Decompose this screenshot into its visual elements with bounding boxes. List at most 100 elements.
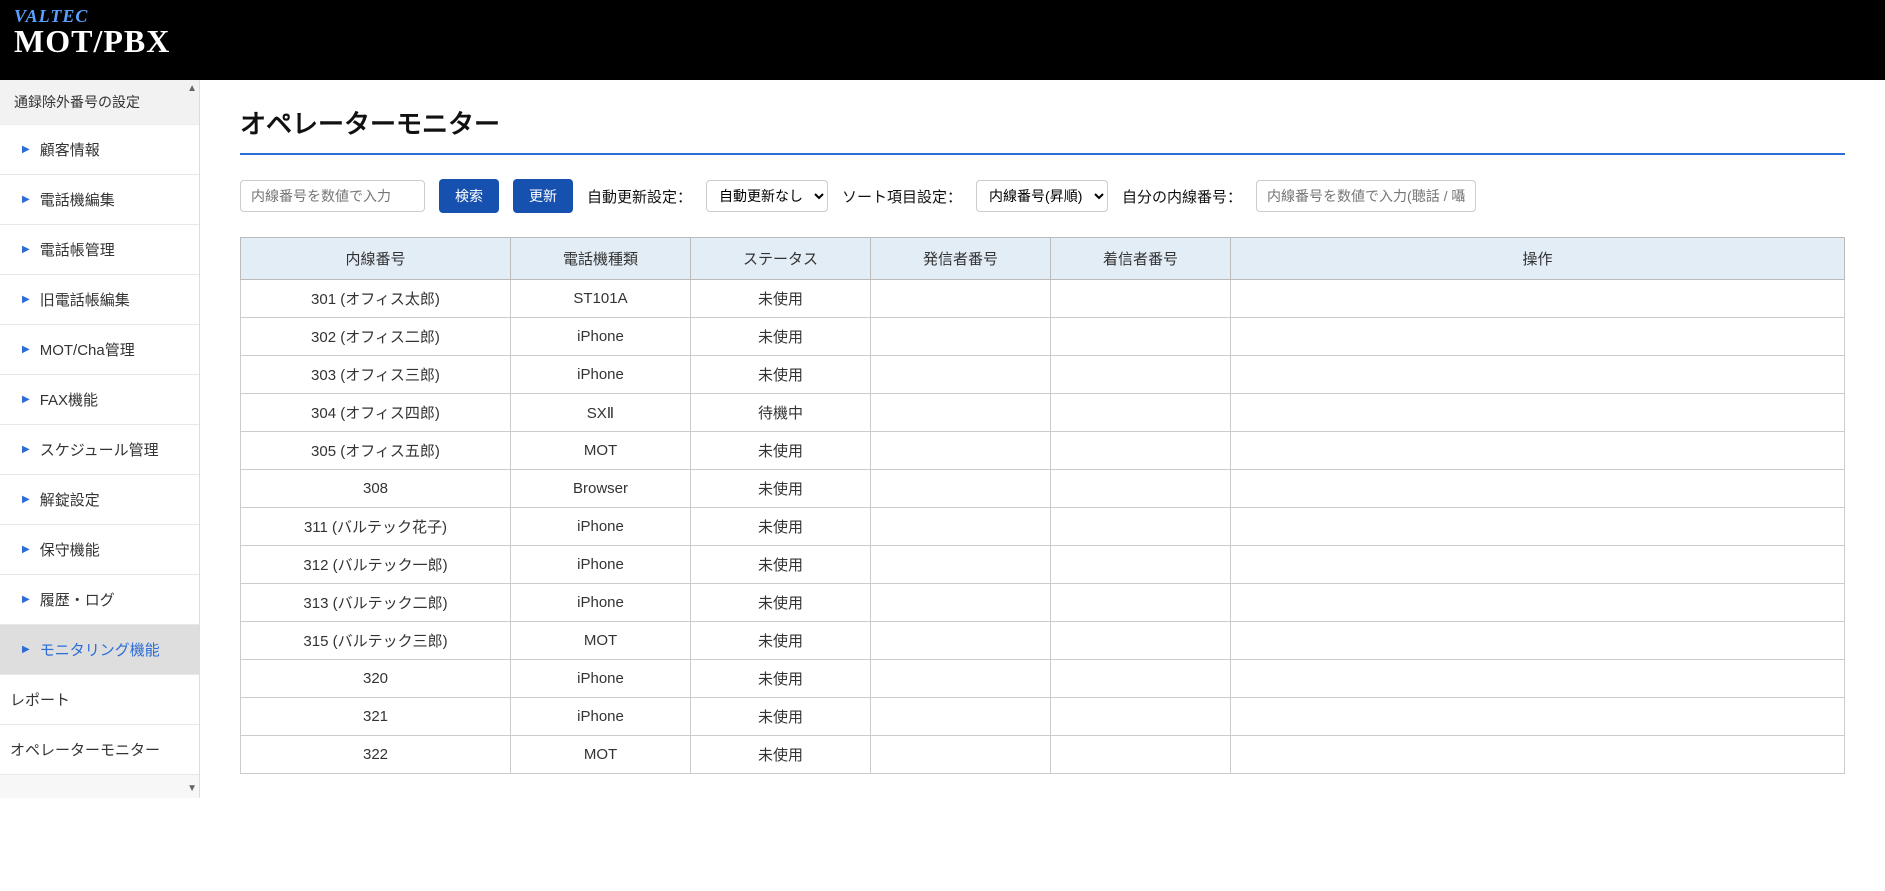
sidebar-item-4[interactable]: ▶MOT/Cha管理: [0, 325, 199, 375]
cell-caller: [871, 318, 1051, 356]
cell-ext: 302 (オフィス二郎): [241, 318, 511, 356]
sidebar-item-label: 顧客情報: [40, 139, 100, 160]
sidebar-item-2[interactable]: ▶電話帳管理: [0, 225, 199, 275]
chevron-right-icon: ▶: [22, 394, 30, 405]
sidebar-item-label: モニタリング機能: [40, 639, 160, 660]
cell-caller: [871, 394, 1051, 432]
cell-action: [1231, 432, 1845, 470]
cell-action: [1231, 546, 1845, 584]
auto-refresh-select[interactable]: 自動更新なし: [706, 180, 828, 212]
main-content: オペレーターモニター 検索 更新 自動更新設定： 自動更新なし ソート項目設定：…: [200, 80, 1885, 798]
sidebar-item-label: 履歴・ログ: [40, 589, 115, 610]
table-row: 301 (オフィス太郎)ST101A未使用: [241, 280, 1845, 318]
cell-type: iPhone: [511, 546, 691, 584]
col-header-caller: 発信者番号: [871, 238, 1051, 280]
cell-type: Browser: [511, 470, 691, 508]
cell-type: iPhone: [511, 584, 691, 622]
chevron-right-icon: ▶: [22, 594, 30, 605]
controls-bar: 検索 更新 自動更新設定： 自動更新なし ソート項目設定： 内線番号(昇順) 自…: [240, 179, 1845, 213]
cell-ext: 303 (オフィス三郎): [241, 356, 511, 394]
sidebar-item-label: FAX機能: [40, 389, 98, 410]
sidebar-sub-item-1[interactable]: オペレーターモニター: [0, 725, 199, 775]
cell-type: MOT: [511, 432, 691, 470]
cell-status: 待機中: [691, 394, 871, 432]
refresh-button[interactable]: 更新: [513, 179, 573, 213]
cell-callee: [1051, 584, 1231, 622]
sidebar-item-6[interactable]: ▶スケジュール管理: [0, 425, 199, 475]
cell-status: 未使用: [691, 470, 871, 508]
cell-ext: 305 (オフィス五郎): [241, 432, 511, 470]
cell-action: [1231, 736, 1845, 774]
sidebar-sub-item-0[interactable]: レポート: [0, 675, 199, 725]
table-row: 321iPhone未使用: [241, 698, 1845, 736]
sidebar-item-3[interactable]: ▶旧電話帳編集: [0, 275, 199, 325]
cell-status: 未使用: [691, 508, 871, 546]
sidebar-top-item[interactable]: 通録除外番号の設定: [0, 80, 199, 125]
cell-action: [1231, 622, 1845, 660]
cell-action: [1231, 318, 1845, 356]
cell-callee: [1051, 318, 1231, 356]
cell-status: 未使用: [691, 736, 871, 774]
sidebar-item-label: MOT/Cha管理: [40, 339, 135, 360]
sidebar-item-1[interactable]: ▶電話機編集: [0, 175, 199, 225]
own-ext-label: 自分の内線番号：: [1122, 186, 1242, 207]
own-ext-input[interactable]: [1256, 180, 1476, 212]
chevron-right-icon: ▶: [22, 144, 30, 155]
sort-select[interactable]: 内線番号(昇順): [976, 180, 1108, 212]
cell-status: 未使用: [691, 432, 871, 470]
sidebar-item-label: 解錠設定: [40, 489, 100, 510]
cell-status: 未使用: [691, 660, 871, 698]
sidebar-scroll-down-icon[interactable]: ▼: [187, 784, 197, 794]
cell-callee: [1051, 508, 1231, 546]
page-title: オペレーターモニター: [240, 104, 1845, 141]
sidebar-item-0[interactable]: ▶ 顧客情報: [0, 125, 199, 175]
table-row: 302 (オフィス二郎)iPhone未使用: [241, 318, 1845, 356]
cell-type: ST101A: [511, 280, 691, 318]
cell-action: [1231, 698, 1845, 736]
cell-action: [1231, 508, 1845, 546]
sidebar-item-8[interactable]: ▶保守機能: [0, 525, 199, 575]
cell-ext: 313 (バルテック二郎): [241, 584, 511, 622]
cell-caller: [871, 584, 1051, 622]
cell-ext: 320: [241, 660, 511, 698]
cell-type: iPhone: [511, 356, 691, 394]
cell-caller: [871, 280, 1051, 318]
search-input[interactable]: [240, 180, 425, 212]
cell-caller: [871, 736, 1051, 774]
cell-ext: 322: [241, 736, 511, 774]
brand-bottom: MOT/PBX: [14, 23, 1871, 60]
sidebar-item-7[interactable]: ▶解錠設定: [0, 475, 199, 525]
sidebar-item-10[interactable]: ▶モニタリング機能: [0, 625, 199, 675]
chevron-right-icon: ▶: [22, 444, 30, 455]
sidebar: ▲ 通録除外番号の設定 ▶顧客情報▶電話機編集▶電話帳管理▶旧電話帳編集▶MOT…: [0, 80, 200, 798]
sidebar-scroll-up-icon[interactable]: ▲: [187, 84, 197, 94]
table-row: 315 (バルテック三郎)MOT未使用: [241, 622, 1845, 660]
cell-caller: [871, 356, 1051, 394]
col-header-action: 操作: [1231, 238, 1845, 280]
cell-ext: 315 (バルテック三郎): [241, 622, 511, 660]
cell-status: 未使用: [691, 356, 871, 394]
cell-action: [1231, 584, 1845, 622]
sort-label: ソート項目設定：: [842, 186, 962, 207]
search-button[interactable]: 検索: [439, 179, 499, 213]
cell-caller: [871, 660, 1051, 698]
cell-action: [1231, 280, 1845, 318]
cell-ext: 311 (バルテック花子): [241, 508, 511, 546]
cell-type: SXⅡ: [511, 394, 691, 432]
sidebar-item-9[interactable]: ▶ 履歴・ログ: [0, 575, 199, 625]
app-header: VALTEC MOT/PBX: [0, 0, 1885, 80]
chevron-right-icon: ▶: [22, 544, 30, 555]
chevron-right-icon: ▶: [22, 294, 30, 305]
cell-callee: [1051, 660, 1231, 698]
cell-status: 未使用: [691, 318, 871, 356]
cell-callee: [1051, 356, 1231, 394]
sidebar-item-5[interactable]: ▶ FAX機能: [0, 375, 199, 425]
cell-caller: [871, 546, 1051, 584]
table-row: 305 (オフィス五郎)MOT未使用: [241, 432, 1845, 470]
table-row: 311 (バルテック花子)iPhone未使用: [241, 508, 1845, 546]
table-row: 320iPhone未使用: [241, 660, 1845, 698]
auto-refresh-label: 自動更新設定：: [587, 186, 692, 207]
cell-callee: [1051, 622, 1231, 660]
cell-status: 未使用: [691, 584, 871, 622]
table-row: 322MOT未使用: [241, 736, 1845, 774]
